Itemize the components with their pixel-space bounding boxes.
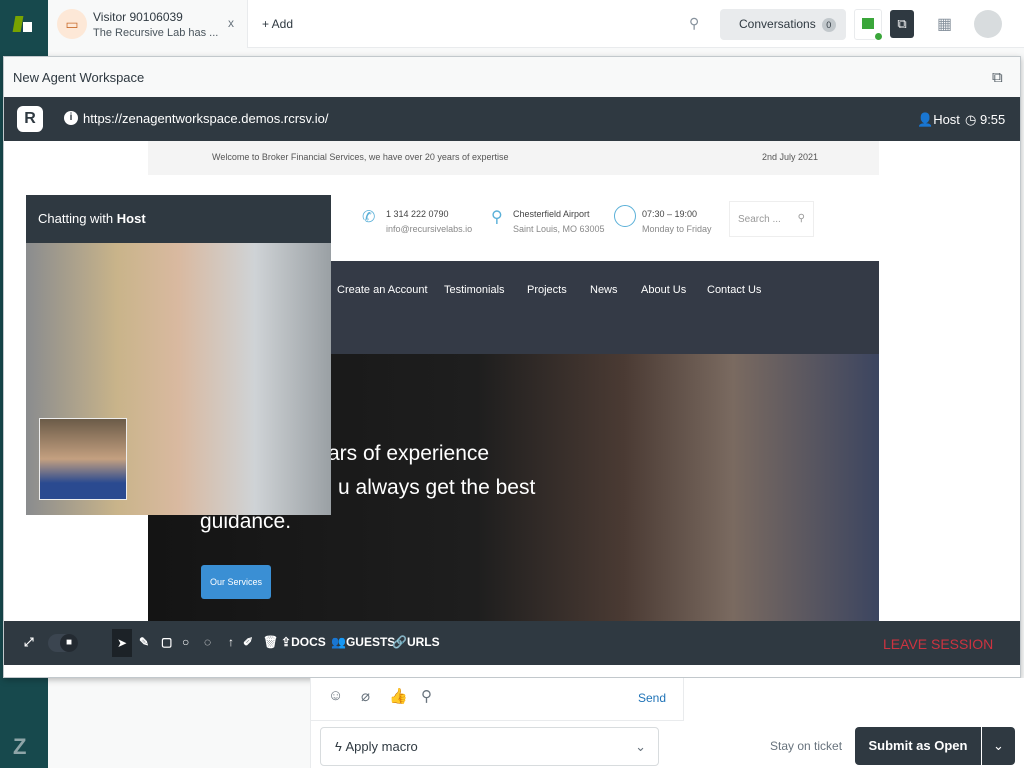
submit-status: Open bbox=[934, 738, 968, 753]
our-services-button[interactable]: Our Services bbox=[201, 565, 271, 599]
recursive-logo: R bbox=[17, 106, 43, 132]
chat-prefix: Chatting with bbox=[38, 211, 117, 226]
nav-about-us[interactable]: About Us bbox=[641, 284, 686, 296]
avatar[interactable] bbox=[974, 10, 1002, 38]
timer-value: 9:55 bbox=[979, 112, 1006, 127]
eyedropper-icon[interactable]: ✐ bbox=[243, 635, 253, 649]
session-url: https://zenagentworkspace.demos.rcrsv.io… bbox=[83, 111, 329, 126]
screenshare-app-button[interactable]: ⧉ bbox=[890, 10, 914, 38]
apps-grid-icon[interactable]: ▦ bbox=[937, 14, 952, 34]
phone-icon: ✆ bbox=[362, 209, 376, 226]
trash-icon[interactable]: 🗑 bbox=[263, 635, 278, 649]
role-label: Host bbox=[933, 112, 960, 127]
urls-button[interactable]: 🔗URLS bbox=[392, 635, 440, 649]
circle-icon[interactable]: ○ bbox=[182, 635, 189, 649]
host-role: 👤Host bbox=[917, 112, 960, 127]
expand-icon[interactable]: ⤢ bbox=[24, 635, 34, 650]
nav-projects[interactable]: Projects bbox=[527, 284, 567, 296]
tab-subtitle: The Recursive Lab has ... bbox=[93, 27, 219, 39]
cobrowse-toolbar: ⤢ ■ ➤ ✎ ▢ ○ ◌ ↑ ✐ 🗑 ⇪DOCS 👥GUESTS 🔗URLS … bbox=[4, 621, 1020, 665]
site-search-input[interactable]: Search ... ⚲ bbox=[729, 201, 814, 237]
chat-icon: ▭ bbox=[57, 9, 87, 39]
video-chat-widget[interactable]: Chatting with Host bbox=[26, 195, 331, 515]
leave-session-button[interactable]: LEAVE SESSION bbox=[883, 636, 993, 652]
workspace-title: New Agent Workspace bbox=[13, 70, 145, 85]
video-toggle[interactable]: ■ bbox=[48, 634, 78, 652]
email[interactable]: info@recursivelabs.io bbox=[386, 222, 472, 237]
search-icon: ⚲ bbox=[797, 213, 805, 224]
rectangle-icon[interactable]: ▢ bbox=[161, 635, 172, 649]
nav-news[interactable]: News bbox=[590, 284, 618, 296]
welcome-text: Welcome to Broker Financial Services, we… bbox=[212, 152, 509, 162]
add-tab-button[interactable]: + Add bbox=[262, 17, 293, 31]
send-button[interactable]: Send bbox=[638, 691, 666, 705]
shared-website: Welcome to Broker Financial Services, we… bbox=[4, 141, 1020, 621]
agent-workspace-panel: New Agent Workspace ⧉ R i https://zenage… bbox=[3, 56, 1021, 678]
docs-label: DOCS bbox=[291, 635, 326, 649]
search-icon[interactable]: ⚲ bbox=[689, 15, 699, 32]
emoji-icon[interactable]: ☺ bbox=[328, 687, 343, 704]
visitor-tab[interactable]: ▭ Visitor 90106039 The Recursive Lab has… bbox=[48, 0, 248, 48]
hours-info: 07:30 – 19:00 Monday to Friday bbox=[642, 207, 712, 237]
conversations-label: Conversations bbox=[739, 17, 816, 31]
location-info: Chesterfield Airport Saint Louis, MO 6300… bbox=[513, 207, 605, 237]
date-text: 2nd July 2021 bbox=[762, 152, 819, 162]
macro-label: Apply macro bbox=[345, 739, 418, 754]
camera-icon: ■ bbox=[60, 634, 78, 652]
thumbs-up-icon[interactable]: 👍 bbox=[389, 687, 408, 705]
phone: 1 314 222 0790 bbox=[386, 209, 449, 219]
hero-line-1: ars of experience bbox=[328, 442, 490, 465]
pointer-tool[interactable]: ➤ bbox=[112, 629, 132, 657]
zendesk-logo[interactable] bbox=[12, 12, 36, 36]
days: Monday to Friday bbox=[642, 224, 712, 234]
zendesk-icon[interactable]: Z bbox=[13, 734, 26, 760]
guests-label: GUESTS bbox=[345, 635, 396, 649]
composer-tools: ☺ ⌀ 👍 ⚲ Send bbox=[311, 678, 684, 721]
info-icon[interactable]: i bbox=[64, 111, 78, 125]
close-tab-button[interactable]: x bbox=[228, 16, 234, 30]
chevron-down-icon: ⌄ bbox=[635, 739, 646, 754]
nav-testimonials[interactable]: Testimonials bbox=[444, 284, 505, 296]
submit-button[interactable]: Submit as Open bbox=[855, 727, 981, 765]
conversations-count: 0 bbox=[821, 18, 836, 32]
apply-macro-dropdown[interactable]: ϟ Apply macro ⌄ bbox=[320, 727, 659, 766]
search-icon[interactable]: ⚲ bbox=[421, 687, 432, 705]
search-placeholder: Search ... bbox=[738, 214, 781, 225]
hero-line-2: u always get the best bbox=[338, 476, 536, 499]
docs-button[interactable]: ⇪DOCS bbox=[281, 635, 326, 649]
submit-prefix: Submit as bbox=[868, 738, 935, 753]
urls-label: URLS bbox=[406, 635, 440, 649]
nav-contact-us[interactable]: Contact Us bbox=[707, 284, 761, 296]
address: Saint Louis, MO 63005 bbox=[513, 224, 605, 234]
guests-button[interactable]: 👥GUESTS bbox=[331, 635, 395, 649]
clock-icon bbox=[614, 205, 636, 227]
session-url-bar: R i https://zenagentworkspace.demos.rcrs… bbox=[4, 97, 1020, 141]
workspace-header: New Agent Workspace ⧉ bbox=[4, 57, 1020, 97]
video-chat-header: Chatting with Host bbox=[26, 195, 331, 243]
submit-options-button[interactable]: ⌄ bbox=[982, 727, 1015, 765]
location-icon: ⚲ bbox=[491, 209, 503, 226]
popout-icon[interactable]: ⧉ bbox=[992, 57, 1003, 99]
lightning-icon: ϟ bbox=[335, 739, 342, 754]
conversations-button[interactable]: Conversations 0 bbox=[720, 9, 846, 40]
session-timer: ◷ 9:55 bbox=[965, 112, 1006, 127]
tab-title: Visitor 90106039 bbox=[93, 10, 183, 24]
stay-on-ticket-button[interactable]: Stay on ticket bbox=[770, 739, 842, 753]
arrow-icon[interactable]: ↑ bbox=[228, 635, 234, 649]
hours: 07:30 – 19:00 bbox=[642, 209, 698, 219]
welcome-strip: Welcome to Broker Financial Services, we… bbox=[148, 141, 879, 175]
nav-create-account[interactable]: Create an Account bbox=[337, 284, 428, 296]
chat-status-button[interactable] bbox=[854, 9, 883, 41]
top-bar: ▭ Visitor 90106039 The Recursive Lab has… bbox=[48, 0, 1024, 48]
contact-info: 1 314 222 0790 info@recursivelabs.io bbox=[386, 207, 472, 237]
local-video bbox=[39, 418, 127, 500]
attachment-icon[interactable]: ⌀ bbox=[361, 687, 370, 705]
speech-bubble-icon[interactable]: ◌ bbox=[204, 635, 211, 649]
chat-name: Host bbox=[116, 211, 146, 226]
location: Chesterfield Airport bbox=[513, 209, 590, 219]
pencil-icon[interactable]: ✎ bbox=[139, 635, 149, 649]
